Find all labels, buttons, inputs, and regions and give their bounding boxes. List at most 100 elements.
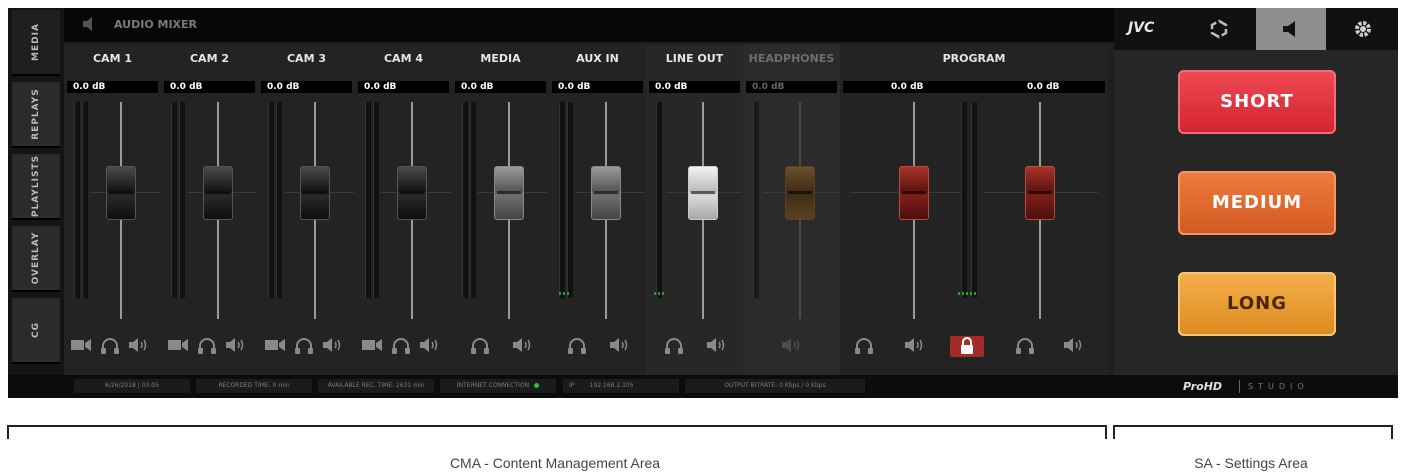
cma-bracket — [7, 425, 1107, 439]
channel-db: 0.0 dB — [364, 82, 397, 92]
camera-icon[interactable] — [70, 337, 92, 353]
audio-button[interactable] — [1256, 8, 1326, 50]
jvc-logo: JVC — [1128, 20, 1155, 36]
settings-button[interactable] — [1328, 8, 1398, 50]
level-meter — [753, 102, 759, 298]
sync-icon — [1210, 19, 1228, 39]
channel-name: MEDIA — [480, 52, 521, 65]
channel-program: PROGRAM 0.0 dB 0.0 dB — [840, 44, 1108, 375]
left-tab-bar: MEDIA REPLAYS PLAYLISTS OVERLAY CG — [8, 8, 64, 375]
speaker-icon[interactable] — [706, 337, 726, 353]
fader-knob[interactable] — [300, 166, 330, 220]
headphones-icon[interactable] — [100, 337, 120, 355]
level-meter — [171, 102, 177, 298]
channel-aux-in: AUX IN 0.0 dB — [549, 44, 647, 375]
speaker-icon[interactable] — [1063, 337, 1083, 353]
fader-knob[interactable] — [591, 166, 621, 220]
channel-media: MEDIA 0.0 dB — [452, 44, 550, 375]
settings-toolbar: JVC — [1114, 8, 1398, 50]
lock-icon — [961, 337, 973, 354]
channel-name: CAM 1 — [92, 52, 132, 65]
fader-knob[interactable] — [785, 166, 815, 220]
channel-db: 0.0 dB — [461, 82, 494, 92]
level-meter — [74, 102, 80, 298]
status-ip: IP 192.168.2.105 — [563, 379, 679, 393]
level-meter — [179, 102, 185, 298]
channel-line-out: LINE OUT 0.0 dB — [646, 44, 744, 375]
status-datetime: 6/26/2018 | 03:05 — [74, 379, 190, 393]
level-meter — [365, 102, 371, 298]
fader-knob[interactable] — [203, 166, 233, 220]
channel-name: AUX IN — [576, 52, 619, 65]
level-meter — [567, 102, 573, 298]
headphones-icon[interactable] — [854, 337, 874, 355]
channel-db: 0.0 dB — [655, 82, 688, 92]
gear-icon — [1355, 21, 1371, 37]
program-left-fader-knob[interactable] — [899, 166, 929, 220]
camera-icon[interactable] — [361, 337, 383, 353]
channel-name: PROGRAM — [942, 52, 1006, 65]
tab-media[interactable]: MEDIA — [12, 10, 60, 76]
level-meter — [559, 102, 565, 298]
speaker-icon[interactable] — [225, 337, 245, 353]
channel-cam1: CAM 1 0.0 dB — [64, 44, 162, 375]
tab-playlists[interactable]: PLAYLISTS — [12, 154, 60, 220]
headphones-icon[interactable] — [664, 337, 684, 355]
cma-label: CMA - Content Management Area — [449, 455, 661, 471]
status-available-rec-time: AVAILABLE REC. TIME: 2631 min — [318, 379, 434, 393]
channel-cam2: CAM 2 0.0 dB — [161, 44, 259, 375]
channel-name: CAM 2 — [189, 52, 229, 65]
channel-name: CAM 4 — [383, 52, 423, 65]
camera-icon[interactable] — [264, 337, 286, 353]
level-meter — [470, 102, 476, 298]
sync-button[interactable] — [1184, 8, 1254, 50]
channel-name: LINE OUT — [665, 52, 724, 65]
fader-knob[interactable] — [494, 166, 524, 220]
program-right-fader-knob[interactable] — [1025, 166, 1055, 220]
speaker-icon — [782, 338, 800, 352]
mixer-header: AUDIO MIXER — [64, 8, 1114, 42]
sa-label: SA - Settings Area — [1194, 455, 1308, 471]
long-button[interactable]: LONG — [1178, 272, 1336, 336]
speaker-icon[interactable] — [904, 337, 924, 353]
level-meter — [961, 102, 967, 298]
channel-db-right: 0.0 dB — [1027, 82, 1060, 92]
channel-headphones: HEADPHONES 0.0 dB — [743, 44, 841, 375]
fader-knob[interactable] — [397, 166, 427, 220]
fader-knob[interactable] — [688, 166, 718, 220]
short-button[interactable]: SHORT — [1178, 70, 1336, 134]
headphones-icon[interactable] — [567, 337, 587, 355]
headphones-icon[interactable] — [391, 337, 411, 355]
tab-overlay[interactable]: OVERLAY — [12, 226, 60, 292]
sa-bracket — [1113, 425, 1393, 439]
medium-button[interactable]: MEDIUM — [1178, 171, 1336, 235]
tab-cg[interactable]: CG — [12, 298, 60, 364]
channel-db-left: 0.0 dB — [891, 82, 924, 92]
settings-area: JVC SHORT MEDIUM LONG — [1114, 8, 1398, 375]
channel-db: 0.0 dB — [752, 82, 785, 92]
headphones-icon[interactable] — [470, 337, 490, 355]
level-meter — [82, 102, 88, 298]
speaker-icon[interactable] — [512, 337, 532, 353]
channel-link-lock-button[interactable] — [950, 336, 984, 357]
channel-name: HEADPHONES — [748, 52, 835, 65]
speaker-icon[interactable] — [322, 337, 342, 353]
speaker-icon — [1283, 21, 1295, 37]
level-meter — [656, 102, 662, 298]
app-window: MEDIA REPLAYS PLAYLISTS OVERLAY CG AUDIO… — [8, 8, 1398, 398]
status-bar: 6/26/2018 | 03:05 RECORDED TIME: 0 min A… — [8, 375, 1398, 398]
status-output-bitrate: OUTPUT BITRATE: 0 Kbps / 0 Kbps — [685, 379, 865, 393]
camera-icon[interactable] — [167, 337, 189, 353]
audio-mixer-panel: CAM 1 0.0 dB CAM 2 0.0 dB CAM 3 0.0 dB C… — [64, 44, 1114, 375]
speaker-icon[interactable] — [419, 337, 439, 353]
headphones-icon[interactable] — [1015, 337, 1035, 355]
speaker-icon[interactable] — [609, 337, 629, 353]
speaker-icon[interactable] — [128, 337, 148, 353]
headphones-icon[interactable] — [197, 337, 217, 355]
level-meter — [268, 102, 274, 298]
page-title: AUDIO MIXER — [114, 18, 198, 31]
fader-knob[interactable] — [106, 166, 136, 220]
tab-replays[interactable]: REPLAYS — [12, 82, 60, 148]
channel-name: CAM 3 — [286, 52, 326, 65]
headphones-icon[interactable] — [294, 337, 314, 355]
